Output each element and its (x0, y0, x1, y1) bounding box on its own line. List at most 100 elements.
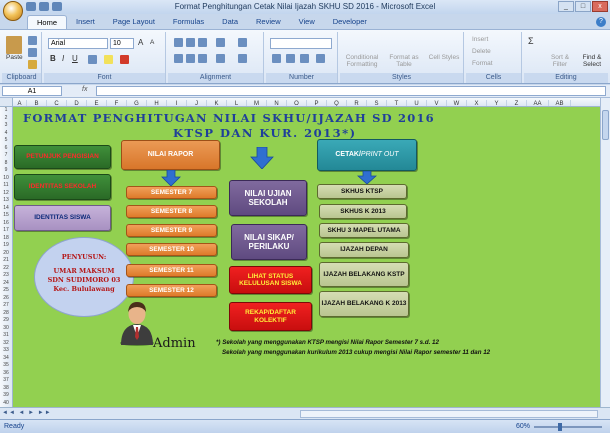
zoom-slider[interactable] (534, 423, 602, 431)
column-header[interactable]: E (87, 100, 107, 106)
indent-icon[interactable] (216, 54, 225, 63)
cut-icon[interactable] (28, 36, 37, 45)
column-header[interactable]: T (387, 100, 407, 106)
row-header[interactable]: 24 (0, 280, 12, 288)
grow-font-button[interactable]: A (138, 38, 143, 47)
row-header[interactable]: 40 (0, 400, 12, 408)
align-center-icon[interactable] (186, 54, 195, 63)
font-size-select[interactable]: 10 (110, 38, 134, 49)
row-header[interactable]: 2 (0, 115, 12, 123)
tab-formulas[interactable]: Formulas (164, 15, 213, 29)
column-header[interactable]: P (307, 100, 327, 106)
fx-icon[interactable]: fx (82, 86, 87, 93)
row-header[interactable]: 5 (0, 137, 12, 145)
paste-button[interactable]: Paste (6, 36, 23, 61)
semester-9-button[interactable]: SEMESTER 9 (126, 224, 217, 237)
column-header[interactable]: V (427, 100, 447, 106)
ijazah-depan-button[interactable]: IJAZAH DEPAN (319, 242, 409, 258)
semester-12-button[interactable]: SEMESTER 12 (126, 284, 217, 297)
column-header[interactable]: L (227, 100, 247, 106)
row-header[interactable]: 22 (0, 265, 12, 273)
row-header[interactable]: 13 (0, 197, 12, 205)
align-bottom-icon[interactable] (198, 38, 207, 47)
column-header[interactable]: R (347, 100, 367, 106)
underline-button[interactable]: U (72, 54, 78, 63)
zoom-level[interactable]: 60% (516, 423, 530, 430)
row-header[interactable]: 3 (0, 122, 12, 130)
row-header[interactable]: 39 (0, 392, 12, 400)
tab-view[interactable]: View (290, 15, 324, 29)
row-header[interactable]: 1 (0, 107, 12, 115)
row-header[interactable]: 23 (0, 272, 12, 280)
row-header[interactable]: 16 (0, 220, 12, 228)
bold-button[interactable]: B (50, 54, 56, 63)
insert-cells-button[interactable]: Insert (472, 36, 488, 43)
row-header[interactable]: 29 (0, 317, 12, 325)
format-painter-icon[interactable] (28, 60, 37, 69)
row-header[interactable]: 10 (0, 175, 12, 183)
column-header[interactable]: I (167, 100, 187, 106)
row-header[interactable]: 4 (0, 130, 12, 138)
semester-7-button[interactable]: SEMESTER 7 (126, 186, 217, 199)
row-header[interactable]: 34 (0, 355, 12, 363)
nilai-sikap-perilaku-button[interactable]: NILAI SIKAP/ PERILAKU (231, 224, 307, 260)
column-header[interactable]: F (107, 100, 127, 106)
shrink-font-button[interactable]: A (150, 39, 154, 46)
row-header[interactable]: 27 (0, 302, 12, 310)
orientation-icon[interactable] (216, 38, 225, 47)
row-header[interactable]: 12 (0, 190, 12, 198)
row-header[interactable]: 9 (0, 167, 12, 175)
office-button[interactable] (3, 1, 23, 21)
merge-center-icon[interactable] (238, 54, 247, 63)
column-header[interactable]: M (247, 100, 267, 106)
scroll-thumb[interactable] (602, 110, 609, 140)
row-header[interactable]: 35 (0, 362, 12, 370)
column-header[interactable]: W (447, 100, 467, 106)
semester-11-button[interactable]: SEMESTER 11 (126, 264, 217, 277)
wrap-text-icon[interactable] (238, 38, 247, 47)
name-box[interactable]: A1 (2, 86, 62, 96)
comma-icon[interactable] (300, 54, 309, 63)
row-header[interactable]: 36 (0, 370, 12, 378)
row-header[interactable]: 30 (0, 325, 12, 333)
percent-icon[interactable] (286, 54, 295, 63)
row-header[interactable]: 21 (0, 257, 12, 265)
row-header[interactable]: 32 (0, 340, 12, 348)
column-header[interactable]: N (267, 100, 287, 106)
copy-icon[interactable] (28, 48, 37, 57)
autosum-button[interactable]: Σ (528, 36, 534, 46)
skhu-3-mapel-utama-button[interactable]: SKHU 3 MAPEL UTAMA (319, 223, 409, 238)
column-header[interactable]: Q (327, 100, 347, 106)
conditional-formatting-button[interactable]: Conditional Formatting (342, 54, 382, 68)
row-header[interactable]: 18 (0, 235, 12, 243)
column-header[interactable]: K (207, 100, 227, 106)
tab-developer[interactable]: Developer (324, 15, 376, 29)
row-header[interactable]: 20 (0, 250, 12, 258)
row-header[interactable]: 7 (0, 152, 12, 160)
horizontal-scrollbar[interactable] (300, 410, 598, 418)
row-header[interactable]: 31 (0, 332, 12, 340)
row-header[interactable]: 28 (0, 310, 12, 318)
column-header[interactable]: G (127, 100, 147, 106)
lihat-status-kelulusan-button[interactable]: LIHAT STATUS KELULUSAN SISWA (229, 266, 312, 294)
font-name-select[interactable]: Arial (48, 38, 108, 49)
column-header[interactable]: J (187, 100, 207, 106)
align-left-icon[interactable] (174, 54, 183, 63)
tab-home[interactable]: Home (27, 15, 68, 29)
ijazah-belakang-k2013-button[interactable]: IJAZAH BELAKANG K 2013 (319, 291, 409, 317)
align-right-icon[interactable] (198, 54, 207, 63)
row-header[interactable]: 38 (0, 385, 12, 393)
help-icon[interactable]: ? (596, 17, 606, 27)
tab-review[interactable]: Review (247, 15, 290, 29)
row-header[interactable]: 26 (0, 295, 12, 303)
skhus-ktsp-button[interactable]: SKHUS KTSP (317, 184, 407, 199)
formula-input[interactable] (96, 86, 606, 96)
sheet-nav-arrows[interactable]: ◄◄ ◄ ► ►► (2, 410, 52, 416)
zoom-slider-handle[interactable] (558, 423, 562, 431)
row-header[interactable]: 37 (0, 377, 12, 385)
petunjuk-pengisian-button[interactable]: PETUNJUK PENGISIAN (14, 145, 111, 169)
tab-insert[interactable]: Insert (67, 15, 104, 29)
column-header[interactable]: Z (507, 100, 527, 106)
sort-filter-button[interactable]: Sort & Filter (546, 54, 574, 68)
column-header[interactable]: O (287, 100, 307, 106)
